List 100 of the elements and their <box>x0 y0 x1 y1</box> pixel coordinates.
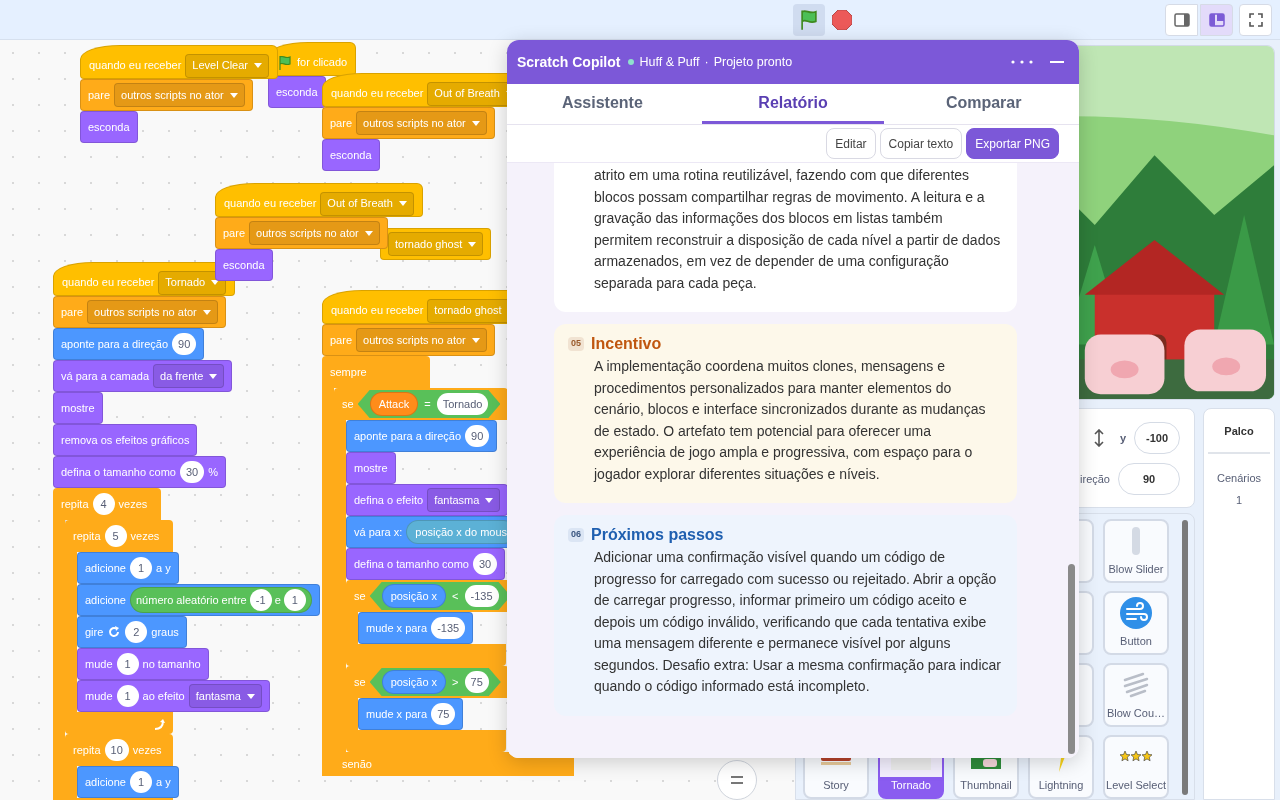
number-input[interactable]: 1 <box>130 557 152 579</box>
number-input[interactable]: 30 <box>472 553 498 575</box>
code-block[interactable]: adicione número aleatório entre -1 e 1 <box>77 584 320 616</box>
action-button[interactable]: Editar <box>826 128 876 159</box>
control-block[interactable]: se posição x > 75 <box>346 666 509 698</box>
code-block[interactable]: mude x para 75 <box>358 698 464 730</box>
stage-size-button[interactable] <box>1165 3 1198 36</box>
code-block[interactable]: defina o tamanho como 30 % <box>53 456 226 488</box>
code-block[interactable]: gire 2 graus <box>77 616 187 648</box>
number-input[interactable]: 1 <box>116 685 139 707</box>
code-block[interactable]: mude 1 no tamanho <box>77 648 209 680</box>
code-block[interactable]: mostre <box>346 452 396 484</box>
reporter-block[interactable]: número aleatório entre -1 e 1 <box>130 587 312 613</box>
block-label: defina o efeito <box>354 492 424 508</box>
sprite-tile[interactable]: Blow Slider <box>1103 519 1169 583</box>
control-block[interactable]: repita 4 vezes <box>53 488 161 520</box>
control-block[interactable]: repita 5 vezes <box>65 520 173 552</box>
block-dropdown[interactable]: da frente <box>153 364 225 388</box>
code-block[interactable]: defina o tamanho como 30 <box>346 548 506 580</box>
number-input[interactable]: 10 <box>104 739 129 761</box>
block-dropdown[interactable]: fantasma <box>427 488 501 512</box>
number-input[interactable]: -1 <box>249 589 272 611</box>
fullscreen-button[interactable] <box>1239 3 1272 36</box>
block-label: e <box>274 592 281 608</box>
code-block[interactable]: aponte para a direção 90 <box>53 328 205 360</box>
panel-title: Scratch Copilot <box>517 52 621 72</box>
code-block[interactable]: esconda <box>268 76 326 108</box>
code-block[interactable]: remova os efeitos gráficos <box>53 424 198 456</box>
code-block[interactable]: esconda <box>80 111 138 143</box>
number-input[interactable]: 90 <box>172 333 197 355</box>
block-label: repita <box>73 528 101 544</box>
action-button[interactable]: Exportar PNG <box>966 128 1059 159</box>
zoom-reset-button[interactable] <box>717 760 757 800</box>
condition-block[interactable]: Attack = Tornado <box>357 390 501 418</box>
number-input[interactable]: 75 <box>464 671 489 693</box>
block-label: repita <box>61 496 89 512</box>
block-label: vezes <box>118 496 148 512</box>
action-button[interactable]: Copiar texto <box>879 128 963 159</box>
project-status: Projeto pronto <box>713 53 793 71</box>
block-label: pare <box>61 304 84 320</box>
number-input[interactable]: 1 <box>130 771 152 793</box>
code-block[interactable]: esconda <box>322 139 380 171</box>
control-block[interactable]: se Attack = Tornado <box>334 388 509 420</box>
sprite-tile[interactable]: Button <box>1103 591 1169 655</box>
block-label: esconda <box>330 147 372 163</box>
block-label: mostre <box>61 400 95 416</box>
caret-icon <box>468 241 477 247</box>
code-block[interactable]: esconda <box>215 249 273 281</box>
code-block[interactable]: mude x para -135 <box>358 612 474 644</box>
code-block[interactable]: adicione 1 a y <box>77 552 179 584</box>
scrollbar[interactable] <box>1182 520 1188 795</box>
separator: · <box>704 53 709 71</box>
block-label: se <box>342 396 354 412</box>
caret-icon <box>471 337 480 343</box>
number-input[interactable]: 1 <box>283 589 306 611</box>
number-input[interactable]: 1 <box>116 653 139 675</box>
block-label: for clicado <box>297 55 348 71</box>
block-label: quando eu receber <box>331 86 424 102</box>
number-input[interactable]: -135 <box>464 585 499 607</box>
stars-icon <box>1120 751 1152 763</box>
number-input[interactable]: -135 <box>431 617 466 639</box>
run-flag-button[interactable] <box>793 3 825 36</box>
field-label: y <box>1119 430 1126 446</box>
tab[interactable]: Comparar <box>892 84 1075 124</box>
number-input[interactable]: 2 <box>125 621 148 643</box>
stage-size-button[interactable] <box>1200 3 1233 36</box>
block-dropdown[interactable]: fantasma <box>188 684 262 708</box>
field-label: ireção <box>1080 471 1110 487</box>
number-input[interactable]: 90 <box>465 425 490 447</box>
control-block[interactable]: repita 10 vezes <box>65 734 173 766</box>
block-label: vá para a camada <box>61 368 150 384</box>
code-block[interactable]: vá para a camada da frente <box>53 360 233 392</box>
block-label: > <box>452 674 459 690</box>
number-input[interactable]: Tornado <box>436 393 489 415</box>
code-block[interactable]: adicione 1 a y <box>77 766 179 798</box>
number-input[interactable]: 30 <box>179 461 205 483</box>
number-input[interactable]: 75 <box>431 703 456 725</box>
number-input[interactable]: 4 <box>92 493 115 515</box>
caret-icon <box>485 497 494 503</box>
block-label: adicione <box>85 774 126 790</box>
block-label: quando eu receber <box>62 275 155 291</box>
fullscreen-icon <box>1248 12 1263 27</box>
block-label: adicione <box>85 560 126 576</box>
code-block[interactable]: mostre <box>53 392 103 424</box>
block-label: se <box>354 588 366 604</box>
block-label: repita <box>73 742 101 758</box>
caret-icon <box>398 201 407 206</box>
section-title: Incentivo <box>591 334 662 354</box>
stage-panel[interactable]: Palco Cenários 1 <box>1203 408 1275 800</box>
code-block[interactable]: defina o efeito fantasma <box>346 484 509 516</box>
condition-block[interactable]: posição x > 75 <box>369 668 501 696</box>
sprite-tile[interactable]: Level Select <box>1103 735 1169 799</box>
code-block[interactable]: mude 1 ao efeito fantasma <box>77 680 270 712</box>
block-label: = <box>424 396 431 412</box>
scrollbar[interactable] <box>1068 564 1075 754</box>
code-block[interactable]: aponte para a direção 90 <box>346 420 498 452</box>
caret-icon <box>471 120 480 126</box>
sprite-tile[interactable]: Blow Cou… <box>1103 663 1169 727</box>
block-label: gire <box>85 624 104 640</box>
number-input[interactable]: 5 <box>104 525 127 547</box>
